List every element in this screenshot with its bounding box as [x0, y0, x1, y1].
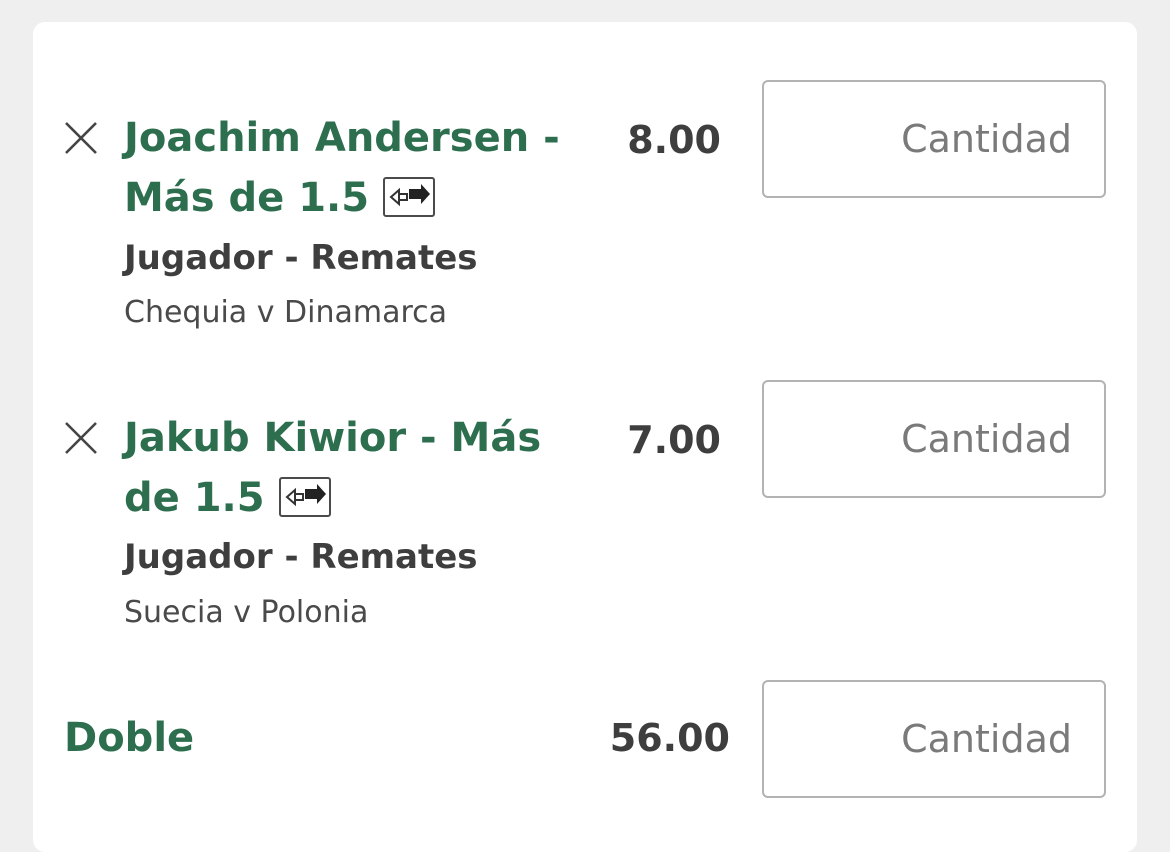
selection-title-text: Jakub Kiwior - Más de 1.5 — [124, 415, 542, 521]
close-icon — [65, 122, 97, 154]
market-name: Jugador - Remates — [124, 238, 478, 278]
selection-odds: 8.00 — [627, 118, 721, 162]
selection-title-text: Joachim Andersen - Más de 1.5 — [124, 115, 560, 221]
remove-selection-button[interactable] — [63, 120, 99, 156]
close-icon — [65, 422, 97, 454]
event-name: Chequia v Dinamarca — [124, 295, 448, 330]
multiple-stake-input[interactable] — [762, 680, 1106, 798]
market-name: Jugador - Remates — [124, 537, 478, 577]
bet-slip-card: Joachim Andersen - Más de 1.5 Jugador - … — [33, 22, 1137, 852]
event-name: Suecia v Polonia — [124, 595, 369, 630]
multiple-odds: 56.00 — [609, 716, 730, 760]
selection-odds: 7.00 — [627, 418, 721, 462]
selection-title: Joachim Andersen - Más de 1.5 — [124, 108, 594, 228]
selection-title: Jakub Kiwior - Más de 1.5 — [124, 408, 574, 528]
remove-selection-button[interactable] — [63, 420, 99, 456]
stake-input[interactable] — [762, 380, 1106, 498]
swap-icon[interactable] — [383, 177, 436, 217]
swap-icon[interactable] — [278, 477, 331, 517]
stake-input[interactable] — [762, 80, 1106, 198]
multiple-label: Doble — [64, 715, 195, 761]
